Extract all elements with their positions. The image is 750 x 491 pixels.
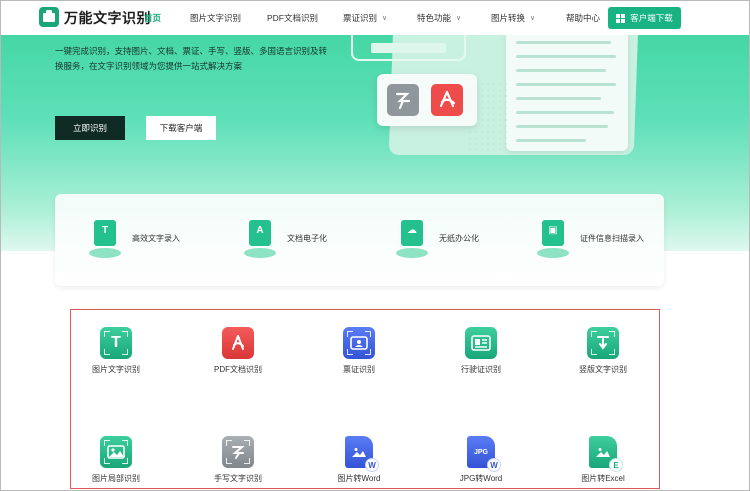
document-digitize-icon: A: [243, 218, 277, 258]
tool-label: 图片局部识别: [92, 474, 140, 483]
feature-item: ▣ 证件信息扫描录入: [536, 218, 644, 258]
tool-label: 图片转Excel: [581, 474, 625, 483]
license-icon: [465, 327, 497, 359]
pdf-icon: [222, 327, 254, 359]
word-badge-icon: W: [365, 458, 379, 472]
chevron-down-icon: ∨: [530, 15, 536, 22]
tool-jpg-to-word[interactable]: JPG W JPG转Word: [436, 436, 526, 484]
ticket-icon: [343, 327, 375, 359]
tool-ticket-ocr[interactable]: 票证识别: [314, 327, 404, 375]
logo-text[interactable]: 万能文字识别: [64, 8, 151, 28]
nav-image-convert[interactable]: 图片转换 ∨: [491, 12, 535, 24]
image-to-word-icon: W: [345, 436, 379, 472]
paperless-office-icon: ☁: [395, 218, 429, 258]
recognize-now-button[interactable]: 立即识别: [55, 116, 125, 140]
feature-item: T 高效文字录入: [88, 218, 180, 258]
hero-illustration-bar: [371, 43, 446, 53]
hero-description: 一键完成识别，支持图片、文档、票证、手写、竖版、多国语言识别及转换服务，在文字识…: [55, 46, 328, 71]
handwriting-icon: [222, 436, 254, 468]
nav-convert-label: 图片转换: [491, 13, 526, 23]
feature-item: ☁ 无纸办公化: [395, 218, 479, 258]
feature-label: 无纸办公化: [439, 233, 479, 243]
feature-label: 高效文字录入: [132, 233, 180, 243]
tool-license-ocr[interactable]: 行驶证识别: [436, 327, 526, 375]
download-client-button[interactable]: 下载客户端: [146, 116, 216, 140]
feature-label: 文档电子化: [287, 233, 327, 243]
chevron-down-icon: ∨: [382, 15, 388, 22]
jpg-file-tag: JPG: [473, 448, 488, 456]
nav-ticket-ocr[interactable]: 票证识别 ∨: [343, 12, 387, 24]
tool-image-to-word[interactable]: W 图片转Word: [314, 436, 404, 484]
client-download-button[interactable]: 客户端下载: [608, 7, 681, 29]
page-frame: 万能文字识别 首页 图片文字识别 PDF文档识别 票证识别 ∨ 特色功能 ∨ 图片转…: [0, 0, 750, 491]
vertical-text-icon: [587, 327, 619, 359]
image-to-excel-icon: E: [589, 436, 623, 472]
features-strip: T 高效文字录入 A 文档电子化 ☁ 无纸办公化 ▣ 证件信息扫描录入: [55, 194, 664, 286]
tool-pdf-ocr[interactable]: PDF文档识别: [193, 327, 283, 375]
nav-image-text-ocr[interactable]: 图片文字识别: [190, 12, 241, 24]
excel-badge-icon: E: [609, 458, 623, 472]
tool-label: JPG转Word: [459, 474, 503, 483]
client-download-label: 客户端下载: [630, 13, 673, 23]
windows-icon: [616, 13, 626, 23]
handwriting-icon: [387, 84, 419, 116]
tool-label: 竖版文字识别: [579, 365, 627, 374]
logo-scanner-icon[interactable]: [39, 7, 59, 27]
nav-home[interactable]: 首页: [144, 12, 161, 24]
tool-label: PDF文档识别: [214, 365, 262, 374]
tool-image-area-ocr[interactable]: 图片局部识别: [71, 436, 161, 484]
id-scan-icon: ▣: [536, 218, 570, 258]
nav-special-label: 特色功能: [417, 13, 452, 23]
tool-vertical-text-ocr[interactable]: 竖版文字识别: [558, 327, 648, 375]
tool-image-text-ocr[interactable]: T 图片文字识别: [71, 327, 161, 375]
tool-label: 票证识别: [343, 365, 375, 374]
tool-handwriting-ocr[interactable]: 手写文字识别: [193, 436, 283, 484]
tool-label: 图片转Word: [337, 474, 381, 483]
pdf-icon: [431, 84, 463, 116]
nav-special-features[interactable]: 特色功能 ∨: [417, 12, 461, 24]
feature-label: 证件信息扫描录入: [580, 233, 644, 243]
chevron-down-icon: ∨: [456, 15, 462, 22]
text-entry-icon: T: [88, 218, 122, 258]
nav-help-center[interactable]: 帮助中心: [566, 12, 600, 24]
hero-illustration-document: [506, 35, 628, 151]
tool-label: 行驶证识别: [461, 365, 501, 374]
nav-ticket-label: 票证识别: [343, 13, 378, 23]
jpg-to-word-icon: JPG W: [467, 436, 501, 472]
tool-image-to-excel[interactable]: E 图片转Excel: [558, 436, 648, 484]
word-badge-icon: W: [487, 458, 501, 472]
tool-label: 图片文字识别: [92, 365, 140, 374]
top-navbar: 万能文字识别 首页 图片文字识别 PDF文档识别 票证识别 ∨ 特色功能 ∨ 图片转…: [1, 1, 749, 35]
image-area-icon: [100, 436, 132, 468]
tool-label: 手写文字识别: [214, 474, 262, 483]
image-text-icon: T: [100, 327, 132, 359]
feature-item: A 文档电子化: [243, 218, 327, 258]
nav-pdf-ocr[interactable]: PDF文档识别: [267, 12, 318, 24]
